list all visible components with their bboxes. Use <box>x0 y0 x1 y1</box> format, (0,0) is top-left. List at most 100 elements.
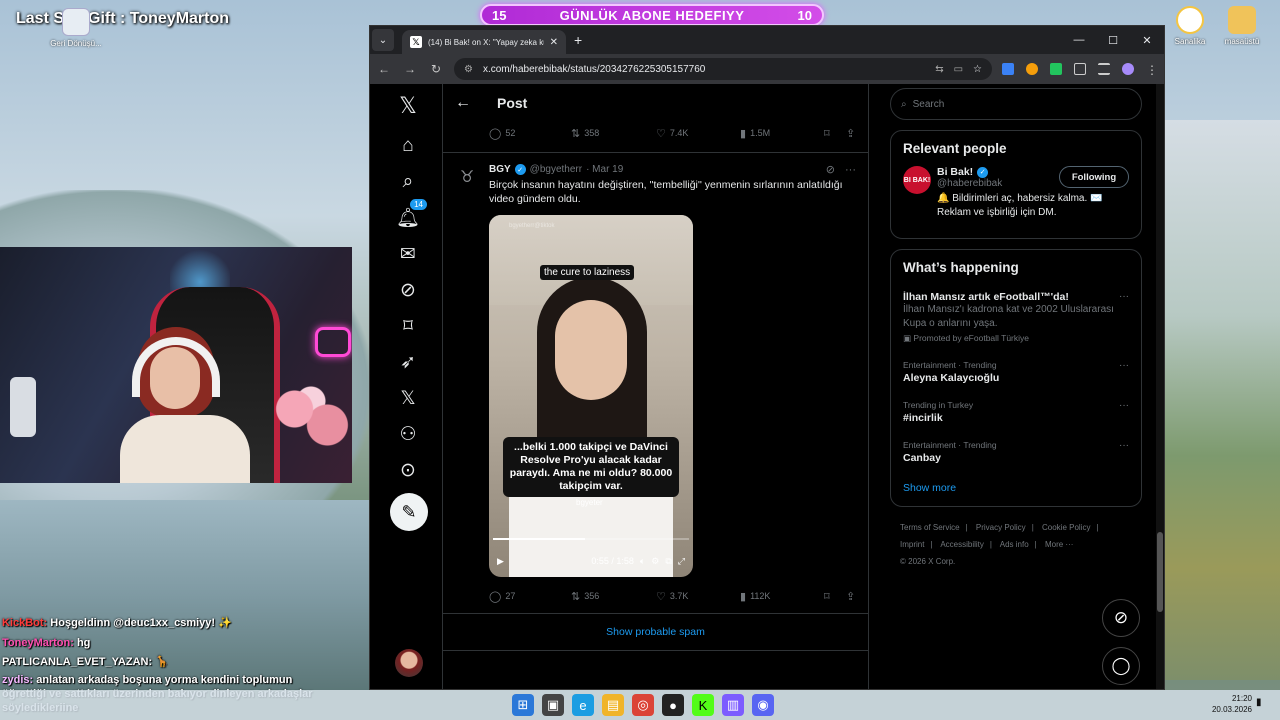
task-view-icon[interactable]: ▣ <box>542 694 564 716</box>
bookmark-button[interactable]: ⌑ <box>824 127 846 140</box>
jobs-rocket-icon[interactable]: ➶ <box>394 348 422 376</box>
account-avatar[interactable] <box>395 649 423 677</box>
minimize-button[interactable]: — <box>1062 26 1096 54</box>
imprint-link[interactable]: Imprint <box>900 540 924 549</box>
more-dots-icon[interactable]: ··· <box>1119 360 1129 371</box>
x-logo-icon[interactable]: 𝕏 <box>394 92 422 120</box>
premium-x-icon[interactable]: 𝕏 <box>394 384 422 412</box>
menu-dots-icon[interactable]: ⋮ <box>1146 63 1158 77</box>
terms-link[interactable]: Terms of Service <box>900 523 960 532</box>
handle[interactable]: @bgyetherr <box>530 164 582 175</box>
system-clock[interactable]: 21:20 20.03.2026 <box>1210 693 1252 715</box>
file-explorer-icon[interactable]: ▤ <box>602 694 624 716</box>
volume-icon[interactable]: 🔈︎ <box>640 556 645 567</box>
chrome-icon[interactable]: ◎ <box>632 694 654 716</box>
trend-item[interactable]: Entertainment · Trending Aleyna Kalaycıo… <box>903 360 1129 384</box>
more-dots-icon[interactable]: ··· <box>1119 440 1129 451</box>
following-button[interactable]: Following <box>1059 166 1129 188</box>
trend-item[interactable]: İlhan Mansız artık eFootball™'da! İlhan … <box>903 291 1129 344</box>
repost-button[interactable]: ⇅ 358 <box>571 127 656 140</box>
compose-post-button[interactable]: ✎ <box>390 493 428 531</box>
extension-icon[interactable] <box>1050 63 1062 75</box>
extension-icon[interactable] <box>1026 63 1038 75</box>
more-dots-icon[interactable]: ··· <box>1119 291 1129 302</box>
media-icon[interactable] <box>1098 63 1110 75</box>
discord-icon[interactable]: ◉ <box>752 694 774 716</box>
tab-close-icon[interactable]: ✕ <box>550 37 558 48</box>
video-progress-bar[interactable] <box>493 538 689 540</box>
show-more-link[interactable]: Show more <box>903 482 1129 494</box>
maximize-button[interactable]: ☐ <box>1096 26 1130 54</box>
search-input[interactable]: ⌕ Search <box>890 88 1142 120</box>
obs-icon[interactable]: ● <box>662 694 684 716</box>
recycle-bin-icon[interactable]: Geri Dönüşü... <box>44 8 108 48</box>
cookie-link[interactable]: Cookie Policy <box>1042 523 1090 532</box>
cast-icon[interactable]: ▭ <box>954 64 963 75</box>
address-bar[interactable]: ⚙ x.com/haberebibak/status/2034276225305… <box>454 58 992 80</box>
scroll-thumb[interactable] <box>1157 532 1163 612</box>
fullscreen-icon[interactable]: ⤢ <box>678 556 685 567</box>
messages-floating-button[interactable]: ◯ <box>1102 647 1140 685</box>
translate-icon[interactable]: ⇆ <box>935 64 943 75</box>
trend-item[interactable]: Entertainment · Trending Canbay ··· <box>903 440 1129 464</box>
extensions-puzzle-icon[interactable] <box>1074 63 1086 75</box>
reply-button[interactable]: ◯ 52 <box>489 127 571 140</box>
site-info-icon[interactable]: ⚙ <box>464 64 473 75</box>
share-button[interactable]: ⇪ <box>846 127 855 140</box>
app-icon[interactable]: ▥ <box>722 694 744 716</box>
bookmark-button[interactable]: ⌑ <box>824 590 846 603</box>
reply-tweet[interactable]: ♉ BGY ✓ @bgyetherr · Mar 19 ⊘ ··· Birçok… <box>443 153 868 607</box>
new-tab-button[interactable]: + <box>574 32 582 48</box>
reload-icon[interactable]: ↻ <box>428 62 444 76</box>
repost-button[interactable]: ⇅ 356 <box>571 590 656 603</box>
views-button[interactable]: ▮ 112K <box>740 590 824 603</box>
reply-button[interactable]: ◯ 27 <box>489 590 571 603</box>
person-name[interactable]: Bi Bak! <box>937 166 973 178</box>
like-button[interactable]: ♡ 3.7K <box>656 590 740 603</box>
tab-search-button[interactable]: ⌄ <box>372 29 394 51</box>
pip-icon[interactable]: ⧉ <box>665 556 671 567</box>
bookmarks-icon[interactable]: ⌑ <box>394 312 422 340</box>
trend-item[interactable]: Trending in Turkey #incirlik ··· <box>903 400 1129 424</box>
home-icon[interactable]: ⌂ <box>394 132 422 160</box>
page-scrollbar[interactable] <box>1156 84 1164 689</box>
relevant-person[interactable]: BI BAK! Bi Bak! ✓ @haberebibak 🔔 Bildirim… <box>903 166 1129 228</box>
messages-envelope-icon[interactable]: ✉ <box>394 240 422 268</box>
more-circle-icon[interactable]: ⊙ <box>394 456 422 484</box>
notification-icon[interactable]: ▮ <box>1256 697 1262 708</box>
tab-active[interactable]: 𝕏 (14) Bi Bak! on X: "Yapay zeka kullı ✕ <box>402 30 566 54</box>
grok-floating-button[interactable]: ⊘ <box>1102 599 1140 637</box>
extension-icon[interactable] <box>1002 63 1014 75</box>
profile-person-icon[interactable]: ⚇ <box>394 420 422 448</box>
play-icon[interactable]: ▶ <box>497 556 504 567</box>
accessibility-link[interactable]: Accessibility <box>940 540 984 549</box>
notifications-bell-icon[interactable]: 🔔︎ 14 <box>394 198 428 232</box>
forward-arrow-icon[interactable]: → <box>402 62 418 76</box>
grok-icon[interactable]: ⊘ <box>394 276 422 304</box>
ads-info-link[interactable]: Ads info <box>1000 540 1029 549</box>
close-window-button[interactable]: ✕ <box>1130 26 1164 54</box>
share-button[interactable]: ⇪ <box>846 590 855 603</box>
tweet-date[interactable]: · Mar 19 <box>586 164 623 175</box>
bgy-avatar-icon[interactable]: ♉ <box>453 163 481 191</box>
profile-avatar-icon[interactable] <box>1122 63 1134 75</box>
bookmark-star-icon[interactable]: ☆ <box>973 64 982 75</box>
more-dots-icon[interactable]: ··· <box>1119 400 1129 411</box>
start-windows-icon[interactable]: ⊞ <box>512 694 534 716</box>
display-name[interactable]: BGY <box>489 164 511 175</box>
masaustu-desktop-icon[interactable]: masaüstü <box>1210 6 1274 46</box>
show-probable-spam-link[interactable]: Show probable spam <box>443 614 868 650</box>
more-dots-icon[interactable]: ··· <box>845 164 856 176</box>
back-arrow-icon[interactable]: ← <box>455 94 471 112</box>
more-link[interactable]: More ··· <box>1045 540 1073 549</box>
like-button[interactable]: ♡ 7.4K <box>656 127 740 140</box>
settings-icon[interactable]: ⚙ <box>651 556 659 567</box>
explore-search-icon[interactable]: ⌕ <box>394 168 422 196</box>
edge-icon[interactable]: e <box>572 694 594 716</box>
kick-icon[interactable]: K <box>692 694 714 716</box>
views-button[interactable]: ▮ 1.5M <box>740 127 824 140</box>
back-arrow-icon[interactable]: ← <box>376 62 392 76</box>
bibak-avatar[interactable]: BI BAK! <box>903 166 931 194</box>
privacy-link[interactable]: Privacy Policy <box>976 523 1026 532</box>
grok-explain-icon[interactable]: ⊘ <box>826 163 835 176</box>
